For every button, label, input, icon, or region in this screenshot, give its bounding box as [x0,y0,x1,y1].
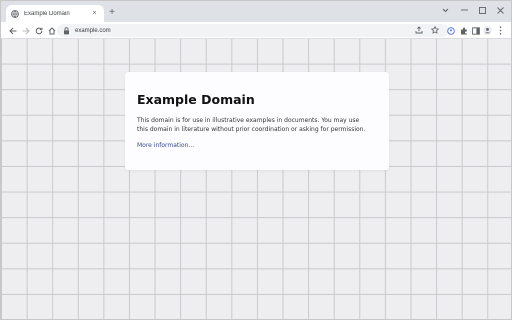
url-text: example.com [75,27,111,34]
new-tab-button[interactable]: + [107,8,117,18]
minimize-button[interactable] [456,4,472,16]
page-viewport: Example Domain This domain is for use in… [1,39,511,319]
share-icon[interactable] [414,25,424,35]
home-icon[interactable] [46,25,57,36]
tab-example-domain[interactable]: Example Domain × [6,5,104,22]
browser-toolbar: example.com [1,22,511,39]
tab-search-dropdown-icon[interactable] [437,4,453,16]
close-tab-icon[interactable]: × [90,9,99,18]
profile-badge-icon[interactable] [445,25,456,36]
close-window-button[interactable] [492,4,508,16]
page-description: This domain is for use in illustrative e… [137,117,366,133]
tab-strip: Example Domain × + [1,1,511,22]
more-information-link[interactable]: More information... [137,142,194,149]
tab-title: Example Domain [24,10,70,17]
account-icon[interactable] [482,25,493,36]
side-panel-icon[interactable] [470,25,481,36]
kebab-menu-icon[interactable] [495,25,506,36]
browser-window: Example Domain × + example.com Example D… [0,0,512,320]
lock-icon[interactable] [63,26,70,35]
star-icon[interactable] [430,25,440,35]
reload-icon[interactable] [33,25,44,36]
content-card: Example Domain This domain is for use in… [125,72,389,170]
maximize-button[interactable] [474,4,490,16]
back-arrow-icon[interactable] [7,25,18,36]
puzzle-icon[interactable] [458,25,469,36]
address-bar[interactable]: example.com [57,24,449,37]
page-heading: Example Domain [137,92,255,107]
forward-arrow-icon[interactable] [20,25,31,36]
globe-icon [11,9,19,18]
